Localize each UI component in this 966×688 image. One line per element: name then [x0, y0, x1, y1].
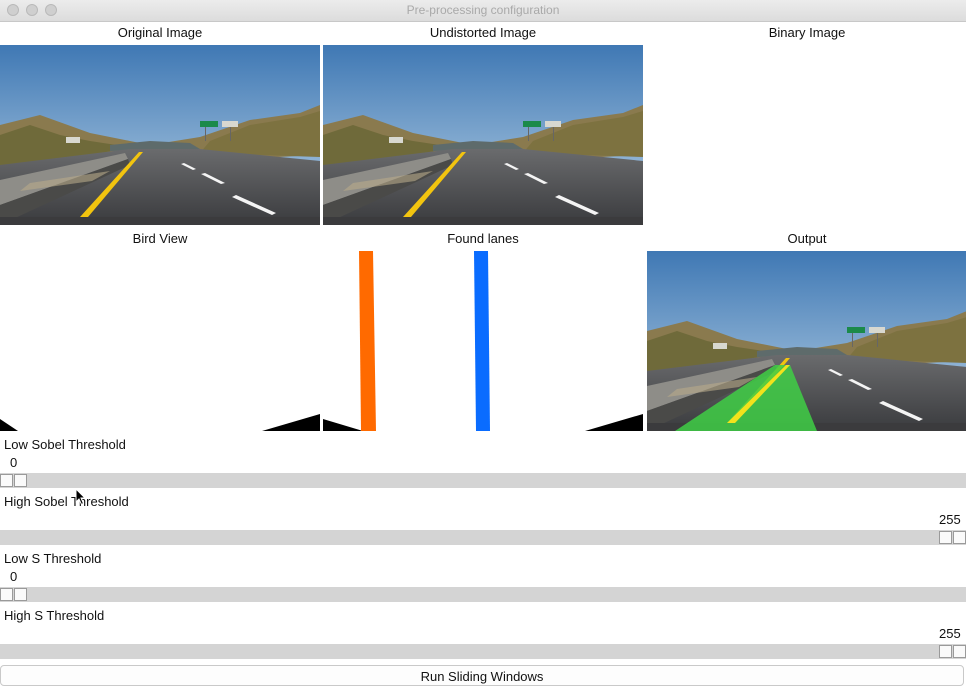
- low-s-value: 0: [10, 569, 18, 584]
- window-title: Pre-processing configuration: [406, 3, 560, 17]
- output-label: Output: [787, 231, 827, 246]
- low-sobel-thumb-a[interactable]: [0, 474, 13, 487]
- high-s-thumb-b[interactable]: [953, 645, 966, 658]
- high-s-value: 255: [939, 626, 961, 641]
- low-s-slider[interactable]: [0, 587, 966, 602]
- high-sobel-slider[interactable]: [0, 530, 966, 545]
- high-s-label: High S Threshold: [4, 608, 105, 623]
- undistorted-image: [323, 45, 643, 225]
- found-lanes-image: [323, 251, 643, 431]
- undistorted-image-label: Undistorted Image: [429, 25, 537, 40]
- low-s-label: Low S Threshold: [4, 551, 102, 566]
- binary-image-label: Binary Image: [768, 25, 846, 40]
- low-sobel-value: 0: [10, 455, 18, 470]
- right-lane-line: [474, 251, 490, 431]
- found-lanes-label: Found lanes: [447, 231, 519, 246]
- low-s-thumb-b[interactable]: [14, 588, 27, 601]
- low-sobel-thumb-b[interactable]: [14, 474, 27, 487]
- run-sliding-windows-button[interactable]: Run Sliding Windows: [0, 665, 964, 686]
- low-s-thumb-a[interactable]: [0, 588, 13, 601]
- bird-view-label: Bird View: [132, 231, 188, 246]
- high-s-thumb-a[interactable]: [939, 645, 952, 658]
- window-title-bar: Pre-processing configuration: [0, 0, 966, 22]
- binary-image: [647, 45, 966, 225]
- high-sobel-thumb-a[interactable]: [939, 531, 952, 544]
- original-image-label: Original Image: [117, 25, 203, 40]
- high-sobel-label: High Sobel Threshold: [4, 494, 129, 509]
- bird-view-image: [0, 251, 320, 431]
- low-sobel-label: Low Sobel Threshold: [4, 437, 126, 452]
- arrow-cursor-icon: [75, 488, 87, 506]
- original-image: [0, 45, 320, 225]
- output-image: [647, 251, 966, 431]
- left-lane-line: [359, 251, 376, 431]
- low-sobel-slider[interactable]: [0, 473, 966, 488]
- high-sobel-value: 255: [939, 512, 961, 527]
- high-s-slider[interactable]: [0, 644, 966, 659]
- high-sobel-thumb-b[interactable]: [953, 531, 966, 544]
